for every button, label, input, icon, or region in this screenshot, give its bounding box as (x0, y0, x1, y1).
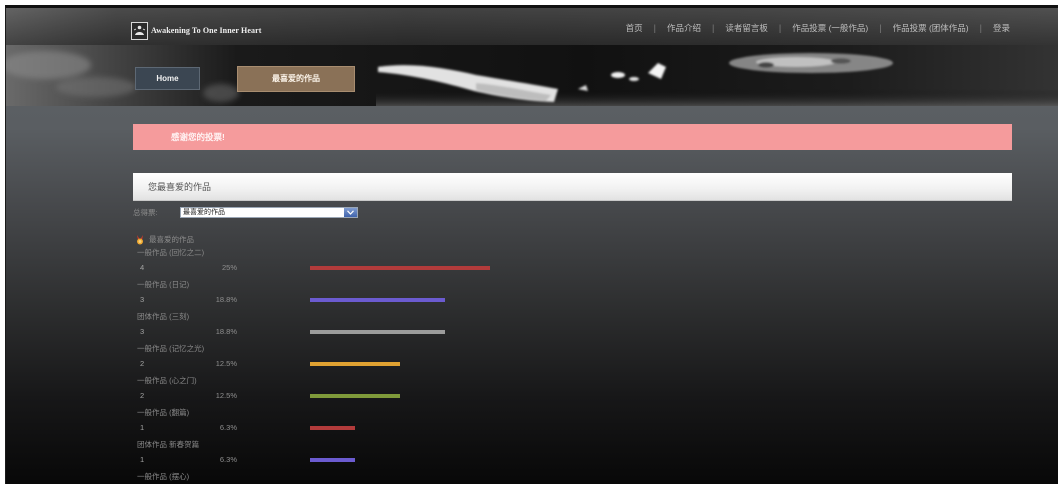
nav-separator: | (653, 23, 657, 33)
result-bar (310, 394, 400, 398)
nav-home[interactable]: 首页 (626, 22, 643, 34)
result-vote-count: 1 (140, 423, 145, 432)
result-stats: 3 18.8% (133, 327, 833, 337)
page-frame: Awakening To One Inner Heart 首页 | 作品介绍 | 读者留… (5, 5, 1058, 484)
nav-guestbook[interactable]: 读者留言板 (725, 22, 768, 34)
logo-icon (131, 21, 148, 40)
result-percent: 12.5% (215, 359, 237, 368)
results-list: 一般作品 (回忆之二) 4 25% 一般作品 (日记) 3 18.8% 团体作品 (三刻) 3… (133, 248, 833, 484)
breadcrumb-current: 最喜爱的作品 (237, 66, 355, 92)
result-label: 一般作品 (翻篇) (137, 408, 190, 417)
result-label: 一般作品 (日记) (137, 280, 190, 289)
result-label: 团体作品 新春贺篇 (137, 440, 200, 449)
result-percent: 6.3% (219, 455, 237, 464)
result-stats: 3 18.8% (133, 295, 833, 305)
result-bar (310, 458, 356, 462)
result-item: 一般作品 (摆心) (133, 472, 833, 484)
nav-separator: | (979, 23, 982, 33)
result-item: 一般作品 (翻篇) 1 6.3% (133, 408, 833, 436)
result-stats: 1 6.3% (133, 455, 833, 465)
result-stats: 2 12.5% (133, 391, 833, 401)
result-stats: 4 25% (133, 263, 833, 273)
result-label: 一般作品 (回忆之二) (137, 248, 205, 257)
result-percent: 18.8% (215, 327, 237, 336)
result-stats: 1 6.3% (133, 423, 833, 433)
result-vote-count: 2 (140, 359, 145, 368)
nav-vote-general[interactable]: 作品投票 (一般作品) (792, 22, 868, 34)
nav-login[interactable]: 登录 (993, 22, 1010, 34)
result-item: 团体作品 新春贺篇 1 6.3% (133, 440, 833, 468)
result-percent: 18.8% (215, 295, 237, 304)
nav-separator: | (778, 23, 782, 33)
result-bar (310, 426, 356, 430)
panel-title: 您最喜爱的作品 (133, 173, 1012, 201)
poll-select[interactable]: 最喜爱的作品 (180, 207, 358, 218)
poll-select-value: 最喜爱的作品 (183, 209, 225, 216)
nav-works[interactable]: 作品介绍 (667, 22, 701, 34)
result-vote-count: 3 (140, 295, 145, 304)
chevron-down-icon[interactable] (344, 208, 357, 217)
result-item: 一般作品 (记忆之光) 2 12.5% (133, 344, 833, 372)
result-percent: 6.3% (219, 423, 237, 432)
result-vote-count: 3 (140, 327, 145, 336)
notice-bar: 感谢您的投票! (133, 124, 1012, 150)
result-label: 一般作品 (摆心) (137, 472, 190, 481)
result-label: 团体作品 (三刻) (137, 312, 190, 321)
medal-icon (137, 235, 143, 245)
breadcrumb-home[interactable]: Home (135, 67, 200, 90)
result-bar (310, 266, 490, 270)
result-bar (310, 330, 446, 334)
result-item: 团体作品 (三刻) 3 18.8% (133, 312, 833, 340)
logo-text: Awakening To One Inner Heart (151, 26, 262, 35)
top-navbar: Awakening To One Inner Heart 首页 | 作品介绍 | 读者留… (6, 8, 1058, 45)
result-vote-count: 2 (140, 391, 145, 400)
results-heading: 最喜爱的作品 (135, 235, 194, 245)
result-item: 一般作品 (回忆之二) 4 25% (133, 248, 833, 276)
result-stats: 2 12.5% (133, 359, 833, 369)
banner-gray-shape (729, 53, 893, 73)
result-vote-count: 1 (140, 455, 145, 464)
filter-label: 总得票: (133, 208, 158, 217)
nav-separator: | (712, 23, 715, 33)
result-item: 一般作品 (心之门) 2 12.5% (133, 376, 833, 404)
nav-separator: | (879, 23, 882, 33)
result-label: 一般作品 (记忆之光) (137, 344, 205, 353)
site-logo[interactable]: Awakening To One Inner Heart (131, 20, 262, 41)
nav-vote-group[interactable]: 作品投票 (团体作品) (893, 22, 969, 34)
result-bar (310, 298, 446, 302)
result-percent: 12.5% (215, 391, 237, 400)
nav-links: 首页 | 作品介绍 | 读者留言板 | 作品投票 (一般作品) | 作品投票 (团体作品) | 登录 (626, 22, 1010, 34)
result-percent: 25% (221, 263, 237, 272)
result-vote-count: 4 (140, 263, 145, 272)
results-heading-text: 最喜爱的作品 (149, 235, 194, 244)
result-item: 一般作品 (日记) 3 18.8% (133, 280, 833, 308)
result-label: 一般作品 (心之门) (137, 376, 197, 385)
result-bar (310, 362, 400, 366)
